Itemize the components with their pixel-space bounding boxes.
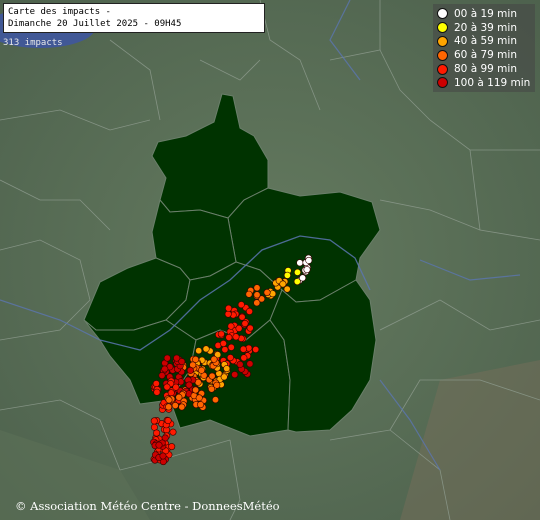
impact-marker <box>225 333 233 341</box>
impact-marker <box>226 354 234 362</box>
map-title-box: Carte des impacts - Dimanche 20 Juillet … <box>3 3 265 33</box>
impact-marker <box>240 354 248 362</box>
impact-marker <box>219 339 227 347</box>
legend-swatch <box>437 35 448 47</box>
impact-marker <box>165 403 173 411</box>
impact-marker <box>217 330 225 338</box>
impact-marker <box>152 380 160 388</box>
legend: 00 à 19 min 20 à 39 min 40 à 59 min 60 à… <box>433 4 535 92</box>
legend-item: 100 à 119 min <box>437 76 531 90</box>
impact-marker <box>178 403 186 411</box>
impact-marker <box>246 307 254 315</box>
impact-marker <box>236 360 244 368</box>
impact-marker <box>239 345 247 353</box>
impact-marker <box>161 365 169 373</box>
legend-label: 60 à 79 min <box>454 49 517 62</box>
impact-marker <box>253 299 261 307</box>
impact-count: 313 impacts <box>3 38 63 48</box>
impact-marker <box>293 278 301 286</box>
impact-marker <box>195 394 203 402</box>
legend-swatch <box>437 8 448 20</box>
impact-marker <box>171 401 179 409</box>
lightning-impact-map: Carte des impacts - Dimanche 20 Juillet … <box>0 0 540 520</box>
impact-marker <box>165 396 173 404</box>
impact-marker <box>210 355 218 363</box>
impact-marker <box>153 388 161 396</box>
impact-marker <box>192 386 200 394</box>
impact-marker <box>283 271 291 279</box>
legend-label: 00 à 19 min <box>454 7 517 20</box>
impact-marker <box>223 365 231 373</box>
impact-marker <box>263 288 271 296</box>
impact-marker <box>246 324 254 332</box>
legend-swatch <box>437 63 448 75</box>
impact-marker <box>246 360 254 368</box>
impact-marker <box>253 291 261 299</box>
impact-marker <box>155 441 163 449</box>
impact-marker <box>231 371 239 379</box>
impact-marker <box>172 383 180 391</box>
impact-marker <box>150 417 158 425</box>
impact-marker <box>221 346 229 354</box>
impact-marker <box>208 372 216 380</box>
legend-item: 60 à 79 min <box>437 48 531 62</box>
impact-marker <box>305 256 313 264</box>
impact-marker <box>303 266 311 274</box>
legend-item: 00 à 19 min <box>437 7 531 21</box>
impact-marker <box>178 358 186 366</box>
impact-marker <box>232 333 240 341</box>
legend-label: 40 à 59 min <box>454 35 517 48</box>
impact-marker <box>185 381 193 389</box>
impact-marker <box>202 345 210 353</box>
impact-marker <box>296 259 304 267</box>
impact-marker <box>245 290 253 298</box>
impact-marker <box>227 322 235 330</box>
impact-marker <box>164 417 172 425</box>
impact-marker <box>220 373 228 381</box>
copyright-notice: © Association Météo Centre - DonneesMété… <box>15 499 280 513</box>
impact-marker <box>195 347 203 355</box>
impact-marker <box>235 324 243 332</box>
map-date: Dimanche 20 Juillet 2025 - 09H45 <box>8 19 182 29</box>
impact-marker <box>198 366 206 374</box>
impact-marker <box>186 366 194 374</box>
impact-marker <box>153 429 161 437</box>
impact-marker <box>253 284 261 292</box>
impact-marker <box>197 401 205 409</box>
impact-marker <box>163 354 171 362</box>
impact-marker <box>169 428 177 436</box>
impact-marker <box>224 310 232 318</box>
impact-marker <box>241 319 249 327</box>
legend-swatch <box>437 77 448 89</box>
legend-item: 40 à 59 min <box>437 35 531 49</box>
impact-marker <box>269 290 277 298</box>
map-title: Carte des impacts - <box>8 7 111 17</box>
impact-marker <box>227 343 235 351</box>
impact-marker <box>167 389 175 397</box>
impact-marker <box>208 385 216 393</box>
impact-marker <box>168 443 176 451</box>
impact-marker <box>163 383 171 391</box>
legend-swatch <box>437 22 448 34</box>
impact-marker <box>158 371 166 379</box>
legend-label: 80 à 99 min <box>454 63 517 76</box>
impact-marker <box>252 345 260 353</box>
impact-marker <box>237 301 245 309</box>
legend-label: 20 à 39 min <box>454 21 517 34</box>
impact-marker <box>212 396 220 404</box>
legend-item: 20 à 39 min <box>437 21 531 35</box>
legend-item: 80 à 99 min <box>437 62 531 76</box>
impact-marker <box>225 304 233 312</box>
impact-marker <box>238 313 246 321</box>
impact-marker <box>175 393 183 401</box>
impact-marker <box>279 280 287 288</box>
impact-marker <box>159 452 167 460</box>
impact-marker <box>283 285 291 293</box>
impact-marker <box>293 268 301 276</box>
legend-label: 100 à 119 min <box>454 76 531 89</box>
legend-swatch <box>437 49 448 61</box>
